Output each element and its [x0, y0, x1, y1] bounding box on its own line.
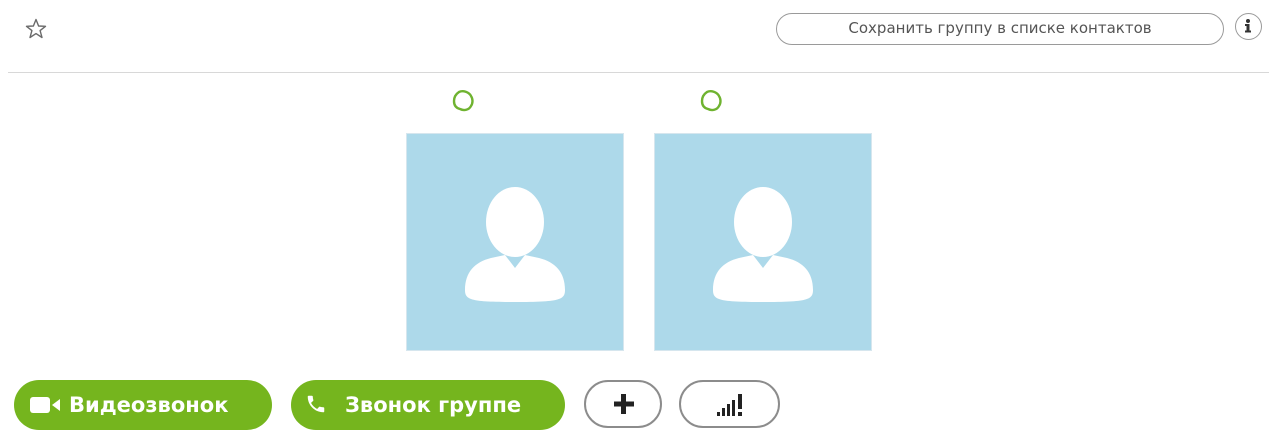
- skype-status-icon: [698, 88, 724, 114]
- phone-icon: [307, 395, 325, 413]
- call-quality-button[interactable]: [679, 380, 780, 428]
- info-button[interactable]: [1235, 13, 1262, 40]
- avatar[interactable]: [654, 133, 872, 351]
- avatar[interactable]: [406, 133, 624, 351]
- save-group-button-label: Сохранить группу в списке контактов: [848, 19, 1152, 37]
- group-call-label: Звонок группе: [345, 393, 522, 417]
- video-call-button[interactable]: Видеозвонок: [14, 380, 272, 430]
- plus-icon: [614, 394, 634, 414]
- signal-bars-icon: [717, 394, 742, 416]
- favorite-star-icon[interactable]: [24, 17, 48, 41]
- video-call-label: Видеозвонок: [69, 393, 229, 417]
- info-icon: [1245, 19, 1251, 33]
- default-user-avatar-icon: [465, 187, 565, 302]
- skype-status-icon: [450, 88, 476, 114]
- video-camera-icon: [30, 397, 60, 413]
- group-call-button[interactable]: Звонок группе: [291, 380, 565, 430]
- save-group-button[interactable]: Сохранить группу в списке контактов: [776, 13, 1224, 45]
- default-user-avatar-icon: [713, 187, 813, 302]
- header-divider: [8, 72, 1269, 73]
- add-participant-button[interactable]: [584, 380, 662, 428]
